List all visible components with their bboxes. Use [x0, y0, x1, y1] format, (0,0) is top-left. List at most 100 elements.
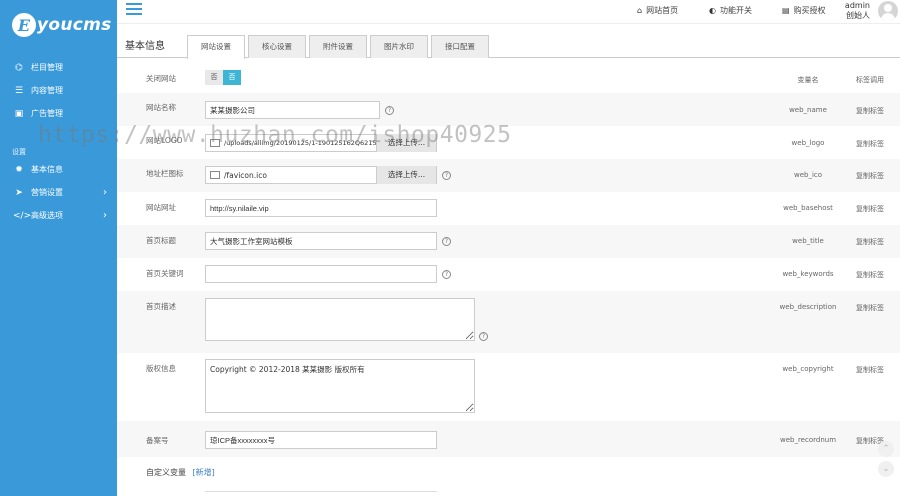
feature-switch-link[interactable]: ◐ 功能开关 — [709, 5, 752, 16]
var-name: web_recordnum — [779, 436, 837, 444]
icp-input[interactable] — [205, 431, 437, 449]
site-url-label: 网站网址 — [146, 203, 176, 212]
scroll-buttons: ⌃ ⌄ — [878, 441, 896, 481]
cart-icon: ▤ — [782, 6, 790, 15]
home-description-label: 首页描述 — [146, 302, 176, 311]
site-name-input[interactable] — [205, 101, 380, 119]
help-icon[interactable]: ? — [479, 332, 488, 341]
copy-tag-link[interactable]: 复制标签 — [856, 171, 884, 181]
scroll-up-icon[interactable]: ⌃ — [878, 441, 894, 457]
home-title-input[interactable] — [205, 232, 437, 250]
custom-var-label: 自定义变量 — [146, 468, 186, 477]
feature-switch-label: 功能开关 — [719, 6, 752, 15]
add-custom-var-link[interactable]: [新增] — [193, 468, 215, 477]
code-icon: </> — [13, 210, 32, 221]
var-name: web_description — [779, 303, 837, 311]
sidebar-item-label: 栏目管理 — [31, 63, 63, 72]
favicon-upload-button[interactable]: 选择上传... — [376, 166, 436, 184]
var-name: web_keywords — [782, 270, 834, 278]
tab-attachment-settings[interactable]: 附件设置 — [309, 35, 367, 58]
tab-image-watermark[interactable]: 图片水印 — [370, 35, 428, 58]
site-home-link[interactable]: ⌂ 网站首页 — [637, 5, 678, 16]
home-icon: ⌂ — [637, 6, 643, 15]
close-site-toggle[interactable]: 否 否 — [205, 70, 241, 85]
custom-var-section: 自定义变量 [新增] — [146, 467, 215, 478]
var-name-header: 变量名 — [797, 76, 819, 84]
copy-tag-link[interactable]: 复制标签 — [856, 365, 884, 375]
send-icon: ➤ — [15, 187, 23, 198]
tag-call-header: 标签调用 — [856, 76, 884, 84]
sidebar-item-basic-info[interactable]: ✹ 基本信息 — [0, 158, 117, 181]
copyright-textarea[interactable]: Copyright © 2012-2018 某某摄影 版权所有 — [205, 359, 475, 413]
admin-name: admin — [844, 1, 870, 10]
help-icon[interactable]: ? — [442, 270, 451, 279]
admin-info[interactable]: admin 创始人 — [845, 1, 870, 21]
home-description-textarea[interactable] — [205, 298, 475, 341]
row-icp: 备案号 web_recordnum 复制标签 — [117, 421, 900, 457]
toggle-icon: ◐ — [709, 6, 716, 15]
icp-label: 备案号 — [146, 436, 169, 445]
tab-core-settings[interactable]: 核心设置 — [248, 35, 306, 58]
site-home-label: 网站首页 — [646, 6, 679, 15]
copy-tag-link[interactable]: 复制标签 — [856, 204, 884, 214]
copy-tag-link[interactable]: 复制标签 — [856, 303, 884, 313]
var-name: web_copyright — [782, 365, 834, 373]
tab-api-config[interactable]: 接口配置 — [431, 35, 489, 58]
buy-license-link[interactable]: ▤ 购买授权 — [782, 5, 826, 16]
menu-toggle-icon[interactable] — [126, 3, 142, 17]
watermark-text: https://www.huzhan.com/ishop40925 — [38, 122, 512, 148]
page-title: 基本信息 — [125, 41, 165, 52]
copy-tag-link[interactable]: 复制标签 — [856, 106, 884, 116]
sidebar-item-advanced[interactable]: </> 高级选项 › — [0, 204, 117, 227]
row-copyright: 版权信息 Copyright © 2012-2018 某某摄影 版权所有 web… — [117, 353, 900, 421]
image-icon: ▣ — [14, 108, 24, 119]
tabs: 网站设置 核心设置 附件设置 图片水印 接口配置 — [187, 35, 492, 59]
site-url-input[interactable] — [205, 199, 437, 217]
custom-var-input-top — [205, 491, 437, 496]
row-site-url: 网站网址 web_basehost 复制标签 — [117, 192, 900, 225]
topbar: ⌂ 网站首页 ◐ 功能开关 ▤ 购买授权 admin 创始人 — [117, 0, 900, 24]
copy-tag-link[interactable]: 复制标签 — [856, 270, 884, 280]
avatar[interactable] — [878, 1, 898, 21]
var-name: web_title — [792, 237, 824, 245]
row-favicon: 地址栏图标 /favicon.ico 选择上传... ? web_ico 复制标… — [117, 159, 900, 192]
favicon-label: 地址栏图标 — [146, 169, 184, 178]
tab-site-settings[interactable]: 网站设置 — [187, 35, 245, 59]
buy-license-label: 购买授权 — [793, 6, 826, 15]
row-close-site: 关闭网站 否 否 变量名 标签调用 — [117, 59, 900, 93]
sidebar: E youcms ⌬ 栏目管理 ☰ 内容管理 ▣ 广告管理 设置 ✹ 基本信息 … — [0, 0, 117, 496]
home-keywords-label: 首页关键词 — [146, 269, 184, 278]
logo[interactable]: E youcms — [0, 0, 117, 50]
gear-icon: ✹ — [15, 164, 23, 175]
sidebar-item-content[interactable]: ☰ 内容管理 — [0, 79, 117, 102]
chevron-right-icon: › — [103, 210, 107, 221]
favicon-value: /favicon.ico — [224, 170, 267, 180]
copy-tag-link[interactable]: 复制标签 — [856, 237, 884, 247]
sidebar-item-label: 营销设置 — [31, 188, 63, 197]
list-icon: ☰ — [14, 85, 24, 96]
tabs-bar: 基本信息 网站设置 核心设置 附件设置 图片水印 接口配置 — [117, 24, 900, 59]
admin-role: 创始人 — [846, 11, 870, 20]
help-icon[interactable]: ? — [442, 237, 451, 246]
sidebar-item-marketing[interactable]: ➤ 营销设置 › — [0, 181, 117, 204]
toggle-on[interactable]: 否 — [223, 70, 241, 85]
row-home-title: 首页标题 ? web_title 复制标签 — [117, 225, 900, 258]
image-icon — [210, 171, 220, 179]
sidebar-item-label: 广告管理 — [31, 109, 63, 118]
sidebar-item-label: 内容管理 — [31, 86, 63, 95]
sidebar-item-columns[interactable]: ⌬ 栏目管理 — [0, 56, 117, 79]
scroll-down-icon[interactable]: ⌄ — [878, 461, 894, 477]
home-keywords-input[interactable] — [205, 265, 437, 283]
var-name: web_ico — [793, 171, 823, 179]
copy-tag-link[interactable]: 复制标签 — [856, 139, 884, 149]
toggle-off[interactable]: 否 — [205, 70, 223, 85]
close-site-label: 关闭网站 — [146, 74, 176, 83]
sidebar-item-label: 基本信息 — [31, 165, 63, 174]
var-name: web_logo — [791, 139, 825, 147]
help-icon[interactable]: ? — [385, 106, 394, 115]
logo-badge: E — [12, 13, 36, 37]
help-icon[interactable]: ? — [442, 171, 451, 180]
site-name-label: 网站名称 — [146, 103, 176, 112]
favicon-upload[interactable]: /favicon.ico 选择上传... — [205, 166, 437, 184]
row-home-keywords: 首页关键词 ? web_keywords 复制标签 — [117, 258, 900, 291]
